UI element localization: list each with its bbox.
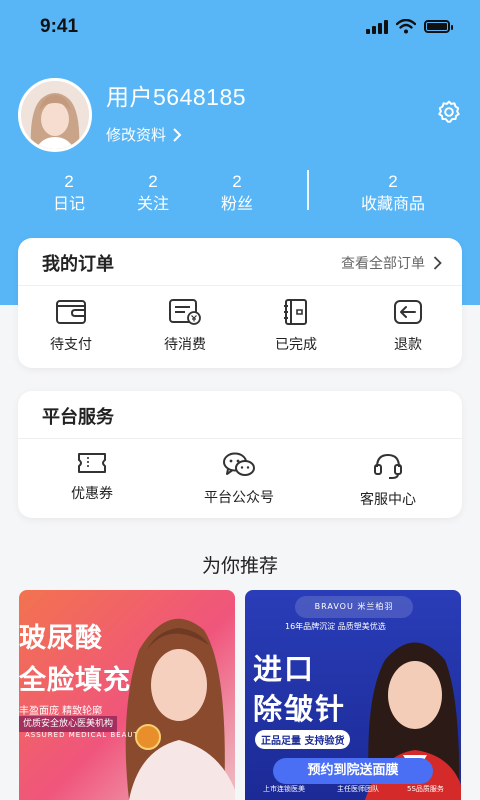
service-label: 客服中心 [360, 492, 416, 508]
stat-value: 2 [64, 172, 74, 191]
stat-value: 2 [388, 172, 398, 191]
wechat-icon [223, 452, 255, 476]
order-label: 待消费 [164, 337, 206, 353]
stats-divider [307, 170, 309, 210]
stat-label: 关注 [136, 194, 169, 213]
orders-header: 我的订单 查看全部订单 [18, 238, 462, 286]
avatar-photo [21, 81, 89, 149]
return-icon [394, 300, 422, 324]
wifi-icon [396, 19, 416, 34]
wallet-icon [56, 300, 86, 324]
status-bar: 9:41 [0, 0, 480, 54]
promo-headline: 除皱针 [253, 692, 347, 726]
username: 用户5648185 [106, 84, 247, 110]
promo-feature: 5S品质服务 [407, 785, 444, 793]
order-pending-payment[interactable]: 待支付 [26, 298, 116, 354]
service-customer-center[interactable]: 客服中心 [328, 451, 448, 509]
edit-profile-label: 修改资料 [106, 126, 167, 144]
order-completed[interactable]: 已完成 [251, 298, 341, 354]
promo-english-text: ASSURED MEDICAL BEAUTY [25, 731, 145, 739]
service-official-account[interactable]: 平台公众号 [179, 451, 299, 507]
stat-label: 日记 [52, 194, 85, 213]
headset-icon [374, 453, 402, 479]
edit-profile-link[interactable]: 修改资料 [106, 124, 182, 145]
promo-headline: 玻尿酸 [19, 623, 103, 654]
view-all-orders-link[interactable]: 查看全部订单 [341, 253, 442, 273]
profile-stats: 2 日记 2 关注 2 粉丝 2 收藏商品 [0, 172, 480, 218]
stat-value: 2 [232, 172, 242, 191]
promo-subtitle: 丰盈面庞 精致轮廓 [19, 706, 103, 717]
order-label: 退款 [394, 337, 422, 353]
stat-label: 粉丝 [220, 194, 253, 213]
award-badge-icon [135, 724, 161, 750]
battery-icon [424, 20, 453, 33]
stat-following[interactable]: 2 关注 [128, 172, 178, 216]
promo-feature: 主任医师团队 [337, 785, 379, 793]
stat-favorites[interactable]: 2 收藏商品 [350, 172, 436, 216]
stat-diary[interactable]: 2 日记 [44, 172, 94, 216]
services-header: 平台服务 [18, 391, 462, 439]
notebook-icon [284, 299, 307, 325]
chevron-right-icon [173, 127, 182, 142]
order-refund[interactable]: 退款 [363, 298, 453, 354]
order-to-consume[interactable]: 待消费 [140, 298, 230, 354]
service-coupons[interactable]: 优惠券 [32, 451, 152, 503]
promo-banner: 优质安全放心医美机构 [19, 716, 118, 732]
order-label: 待支付 [50, 337, 92, 353]
promo-brand: BRAVOU 米兰柏羽 [295, 596, 413, 618]
stat-label: 收藏商品 [360, 194, 425, 213]
ticket-icon [78, 453, 106, 473]
chevron-right-icon [433, 256, 442, 270]
promo-headline: 全脸填充 [19, 665, 131, 696]
services-title: 平台服务 [42, 407, 114, 428]
cellular-signal-icon [366, 19, 388, 34]
promo-cta-button[interactable]: 预约到院送面膜 [273, 758, 433, 784]
settings-gear-icon[interactable] [436, 99, 462, 125]
receipt-icon [169, 299, 201, 325]
orders-card: 我的订单 查看全部订单 待支付 待消费 已完成 退款 [18, 238, 462, 368]
service-label: 平台公众号 [204, 490, 274, 506]
service-label: 优惠券 [71, 486, 113, 502]
recommend-title: 为你推荐 [201, 555, 278, 577]
stat-followers[interactable]: 2 粉丝 [212, 172, 262, 216]
stat-value: 2 [148, 172, 158, 191]
promo-card-wrinkle[interactable]: BRAVOU 米兰柏羽 16年品牌沉淀 品质塑美优选 进口 除皱针 正品足量 支… [245, 590, 461, 800]
view-all-label: 查看全部订单 [341, 256, 425, 272]
order-label: 已完成 [275, 337, 317, 353]
status-icons [366, 19, 453, 34]
status-time: 9:41 [40, 16, 79, 37]
services-card: 平台服务 优惠券 平台公众号 客服中心 [18, 391, 462, 518]
promo-headline: 进口 [253, 652, 316, 686]
promo-card-hyaluronic[interactable]: 玻尿酸 全脸填充 丰盈面庞 精致轮廓 优质安全放心医美机构 ASSURED ME… [19, 590, 235, 800]
orders-title: 我的订单 [42, 254, 114, 275]
promo-tagline: 16年品牌沉淀 品质塑美优选 [285, 622, 386, 631]
promo-feature: 上市连锁医美 [263, 785, 305, 793]
promo-pill: 正品足量 支持验货 [255, 730, 351, 749]
avatar[interactable] [18, 78, 92, 152]
